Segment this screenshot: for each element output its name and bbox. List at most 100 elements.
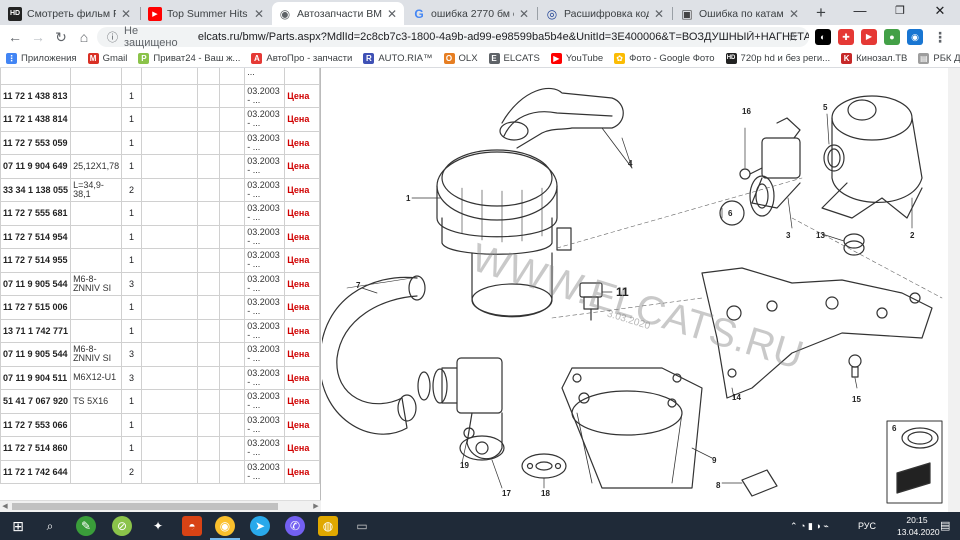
tray-icons[interactable]: ⌃ ◔ ▮ ◑ ⌁ (790, 512, 829, 540)
part-7-hose[interactable] (322, 275, 426, 435)
tab-3[interactable]: G ошибка 2770 бм е46 - ... ✕ (406, 2, 536, 25)
url-text[interactable]: elcats.ru/bmw/Parts.aspx?MdlId=2c8cb7c3-… (198, 31, 809, 43)
part-4-hose[interactable] (499, 87, 633, 169)
table-row[interactable]: 11 72 7 555 681 1 03.2003 - ... Цена (0, 201, 320, 226)
bookmark-kinozal[interactable]: K Кинозал.ТВ (841, 52, 907, 64)
back-arrow-icon[interactable]: ← (5, 27, 25, 47)
reload-icon[interactable]: ↻ (51, 27, 71, 47)
home-icon[interactable]: ⌂ (74, 27, 94, 47)
price-link[interactable]: Цена (284, 342, 320, 367)
forward-arrow-icon[interactable]: → (28, 27, 48, 47)
tab-2-active[interactable]: ◉ Автозапчасти BMW - ... ✕ (272, 2, 404, 25)
scroll-left-arrow-icon[interactable]: ◀ (0, 501, 10, 512)
price-link[interactable]: Цена (284, 389, 320, 414)
extension-2-icon[interactable]: ✚ (838, 29, 854, 45)
bookmark-youtube[interactable]: ▶ YouTube (550, 52, 603, 64)
close-icon[interactable]: ✕ (653, 7, 665, 21)
price-link[interactable]: Цена (284, 201, 320, 226)
table-row[interactable]: 11 72 7 515 006 1 03.2003 - ... Цена (0, 295, 320, 320)
extension-4-icon[interactable]: ● (884, 29, 900, 45)
price-link[interactable]: Цена (284, 248, 320, 273)
close-icon[interactable]: ✕ (518, 7, 530, 21)
bookmark-star-icon[interactable]: ☆ (787, 29, 799, 45)
price-link[interactable]: Цена (284, 318, 320, 343)
language-indicator[interactable]: РУС (858, 512, 876, 540)
minimize-button[interactable]: — (840, 0, 880, 24)
table-row[interactable]: 11 72 1 438 813 1 03.2003 - ... Цена (0, 83, 320, 108)
table-row[interactable]: 33 34 1 138 055 L=34,9-38,1 2 03.2003 - ...… (0, 177, 320, 202)
app-1-icon[interactable]: ✎ (76, 516, 96, 536)
price-link[interactable]: Цена (284, 130, 320, 155)
bookmark-autoria[interactable]: R AUTO.RIA™ (363, 52, 433, 64)
bookmark-autopro[interactable]: A АвтоПро - запчасти (251, 52, 352, 64)
telegram-icon[interactable]: ➤ (250, 516, 270, 536)
scrollbar-thumb[interactable] (12, 503, 278, 510)
scroll-right-arrow-icon[interactable]: ▶ (311, 501, 321, 512)
windows-start-icon[interactable]: ⊞ (8, 516, 28, 536)
vertical-scrollbar[interactable] (948, 68, 960, 512)
bookmark-elcats[interactable]: E ELCATS (488, 52, 540, 64)
tab-5[interactable]: ▣ Ошибка по катам CDK... ✕ (674, 2, 806, 25)
part-12-valve[interactable] (417, 357, 505, 461)
app-2-icon[interactable]: ⊘ (112, 516, 132, 536)
part-15-bolt[interactable] (848, 354, 862, 378)
price-link[interactable]: Цена (284, 271, 320, 296)
tab-1[interactable]: ▶ Top Summer Hits 2020 ... ✕ (142, 2, 271, 25)
price-link[interactable]: Цена (284, 107, 320, 132)
price-link[interactable]: Цена (284, 177, 320, 202)
bookmark-720p[interactable]: HD 720p hd и без реги... (725, 52, 830, 64)
tab-4[interactable]: ◎ Расшифровка кодов о... ✕ (539, 2, 671, 25)
new-tab-button[interactable]: + (810, 2, 832, 24)
address-bar[interactable]: ⓘ Не защищено elcats.ru/bmw/Parts.aspx?M… (97, 25, 809, 49)
tab-0[interactable]: HD Смотреть фильм Реов... ✕ (2, 2, 138, 25)
part-13-grommet[interactable] (843, 233, 865, 256)
app-4-icon[interactable]: ◓ (182, 516, 202, 536)
table-row[interactable]: 07 11 9 904 511 M6X12-U1 3 03.2003 - ... Цен… (0, 365, 320, 390)
close-icon[interactable]: ✕ (253, 7, 265, 21)
bookmark-privat24[interactable]: P Приват24 - Ваш ж... (138, 52, 240, 64)
extension-1-icon[interactable]: ◐ (815, 29, 831, 45)
app-3-icon[interactable]: ✦ (148, 516, 168, 536)
part-18-gasket[interactable] (521, 453, 567, 479)
extension-3-icon[interactable]: ▶ (861, 29, 877, 45)
bookmark-google-photos[interactable]: ✿ Фото - Google Фото (614, 52, 715, 64)
close-icon[interactable]: ✕ (120, 7, 132, 21)
close-window-button[interactable]: ✕ (920, 0, 960, 24)
bookmark-rbk[interactable]: ▤РБК ДИМА (918, 52, 960, 64)
table-row[interactable]: 13 71 1 742 771 1 03.2003 - ... Цена (0, 318, 320, 343)
price-link[interactable]: Цена (284, 154, 320, 179)
table-row[interactable]: 11 72 1 742 644 2 03.2003 - ... Цена (0, 459, 320, 484)
bookmark-gmail[interactable]: M Gmail (87, 52, 127, 64)
close-icon[interactable]: ✕ (788, 7, 800, 21)
price-link[interactable]: Цена (284, 459, 320, 484)
info-icon[interactable]: ⓘ (107, 29, 118, 45)
menu-dots-icon[interactable]: ⋮ (932, 29, 948, 45)
system-clock[interactable]: 20:15 13.04.2020 (897, 514, 940, 538)
table-row[interactable]: 11 72 1 438 814 1 03.2003 - ... Цена (0, 107, 320, 132)
price-link[interactable]: Цена (284, 295, 320, 320)
part-9-bracket[interactable] (561, 367, 703, 489)
bookmark-apps[interactable]: ⋮ Приложения (6, 52, 77, 64)
price-link[interactable]: Цена (284, 412, 320, 437)
notifications-icon[interactable]: ▤ (940, 512, 950, 540)
file-explorer-icon[interactable]: ▭ (352, 516, 372, 536)
part-3-valve[interactable] (749, 117, 801, 217)
price-link[interactable]: Цена (284, 365, 320, 390)
table-row[interactable]: 07 11 9 905 544 M6-8-ZNNIV SI 3 03.2003 - .… (0, 342, 320, 367)
table-row[interactable]: 51 41 7 067 920 TS 5X16 1 03.2003 - ... Цена (0, 389, 320, 414)
search-icon[interactable]: ⌕ (40, 516, 60, 536)
profile-avatar[interactable]: ◉ (907, 29, 923, 45)
price-link[interactable]: Цена (284, 224, 320, 249)
table-row[interactable]: 11 72 7 514 955 1 03.2003 - ... Цена (0, 248, 320, 273)
table-row[interactable]: 07 11 9 904 649 25,12X1,78 1 03.2003 - ... Ц… (0, 154, 320, 179)
table-row[interactable]: 11 72 7 553 059 1 03.2003 - ... Цена (0, 130, 320, 155)
chrome-icon[interactable]: ◉ (215, 516, 235, 536)
price-link[interactable]: Цена (284, 83, 320, 108)
app-5-icon[interactable]: ◍ (318, 516, 338, 536)
table-row[interactable]: 11 72 7 514 954 1 03.2003 - ... Цена (0, 224, 320, 249)
close-icon[interactable]: ✕ (386, 7, 398, 21)
bookmark-olx[interactable]: O OLX (443, 52, 478, 64)
viber-icon[interactable]: ✆ (285, 516, 305, 536)
horizontal-scrollbar[interactable]: ◀ ▶ (0, 500, 321, 512)
restore-button[interactable]: ❐ (880, 0, 920, 24)
